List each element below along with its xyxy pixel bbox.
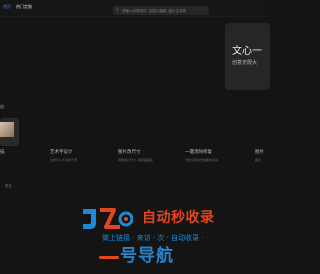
tool-name: 图片 [255, 150, 264, 155]
tool-description: 智能识别并去除图中多余 [185, 158, 219, 162]
top-bar: 首页 热门定制 ⌕ [0, 0, 266, 17]
search-icon[interactable]: ⌕ [116, 7, 119, 14]
promo-card[interactable]: 文心一 创意无限大 [225, 23, 270, 90]
more-link[interactable]: 更多 [5, 184, 12, 189]
promo-title: 文心一 [232, 46, 262, 57]
watermark-brand: 号导航 [120, 246, 174, 266]
search-box[interactable]: ⌕ [113, 6, 209, 15]
tool-description: 图片 [255, 158, 262, 162]
jz-logo-icon [83, 208, 133, 229]
tool-name: 艺术字设计 [50, 150, 73, 155]
search-input[interactable] [122, 6, 206, 15]
promo-subtitle: 创意无限大 [232, 60, 258, 66]
tool-name: 一键消除修复 [185, 150, 212, 155]
watermark-slogan: 做上链接 · 来访 · 次 · 自动收录 · [102, 234, 204, 242]
tool-name: 描 [0, 150, 5, 155]
tool-description: 调整图片尺寸, 保持画面完 [118, 158, 153, 162]
nav-hot-link[interactable]: 热门定制 [16, 4, 32, 10]
watermark-dash-decoration [99, 256, 119, 259]
nav-home-link[interactable]: 首页 [3, 4, 11, 10]
tool-name: 图片改尺寸 [118, 150, 141, 155]
tool-thumbnail [0, 118, 19, 146]
watermark-title: 自动秒收录 [142, 210, 215, 226]
tool-description: 生成与众不同的艺术 [50, 158, 78, 162]
watermark-overlay: 自动秒收录 做上链接 · 来访 · 次 · 自动收录 · 号导航 [80, 206, 260, 274]
section-label: 创 [0, 104, 4, 109]
portrait-thumbnail-image [0, 122, 14, 137]
